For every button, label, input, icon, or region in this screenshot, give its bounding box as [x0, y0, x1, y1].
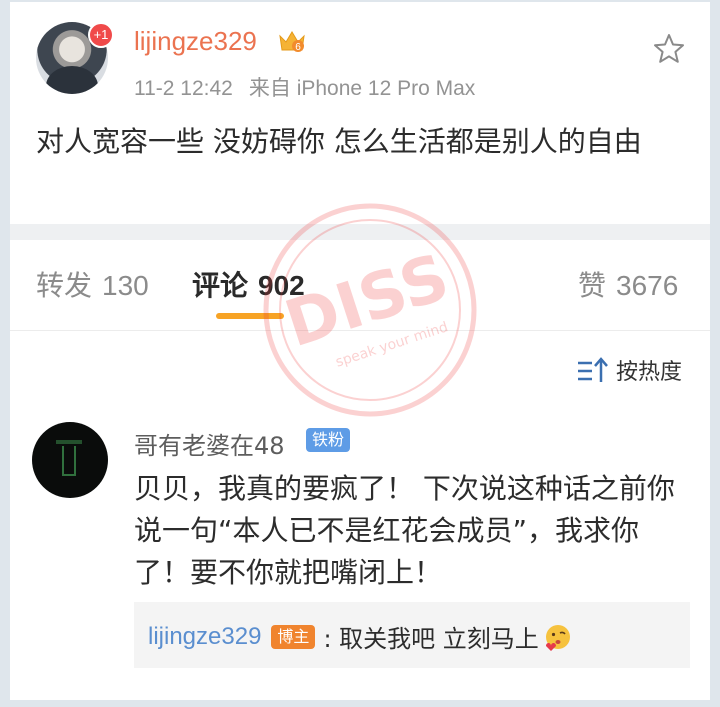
- tab-likes[interactable]: 赞 3676: [578, 264, 678, 304]
- tabs-divider: [10, 330, 710, 331]
- tab-label: 赞: [578, 270, 607, 301]
- active-tab-indicator: [216, 313, 284, 319]
- comment-body: 贝贝，我真的要疯了！ 下次说这种话之前你说一句“本人已不是红花会成员”，我求你了…: [134, 472, 675, 589]
- host-badge: 博主: [271, 624, 316, 649]
- section-divider: [10, 224, 710, 240]
- sort-arrow-icon: [578, 357, 608, 382]
- fan-badge: 铁粉: [306, 428, 351, 452]
- tab-comments[interactable]: 评论 902: [192, 264, 305, 304]
- tab-count: 902: [258, 270, 305, 301]
- avatar-detail: [56, 440, 82, 444]
- avatar-figure: [46, 66, 98, 94]
- post-meta: 11-2 12:42 来自 iPhone 12 Pro Max: [134, 72, 475, 102]
- watermark-slogan: speak your mind: [334, 319, 450, 370]
- commenter-username[interactable]: 哥有老婆在48: [134, 426, 285, 461]
- tab-reposts[interactable]: 转发 130: [36, 264, 149, 304]
- author-username[interactable]: lijingze329: [134, 26, 257, 57]
- reply-username[interactable]: lijingze329: [148, 623, 261, 651]
- tab-count: 130: [102, 270, 149, 301]
- vip-crown-icon: 6: [279, 31, 305, 53]
- avatar-detail: [62, 446, 76, 476]
- level-badge: 6: [295, 42, 301, 53]
- reply-text: : 取关我吧 立刻马上: [323, 625, 539, 653]
- post-body: 对人宽容一些 没妨碍你 怎么生活都是别人的自由: [36, 125, 642, 158]
- reply-line: lijingze329 博主 : 取关我吧 立刻马上: [148, 619, 573, 654]
- author-reply[interactable]: lijingze329 博主 : 取关我吧 立刻马上: [134, 602, 690, 668]
- notification-badge: +1: [88, 22, 114, 48]
- post-source: 来自 iPhone 12 Pro Max: [248, 77, 476, 100]
- tab-label: 转发: [36, 270, 93, 301]
- kiss-emoji-icon: [545, 624, 570, 651]
- sort-by-hot-button[interactable]: 按热度: [576, 354, 682, 386]
- tab-label: 评论: [192, 270, 249, 301]
- commenter-avatar[interactable]: [32, 422, 108, 498]
- star-outline-icon[interactable]: [652, 32, 686, 66]
- weibo-post-card: +1 lijingze329 6 11-2 12:42 来自 iPhone 12 …: [10, 2, 710, 700]
- post-time: 11-2 12:42: [134, 77, 233, 100]
- sort-label: 按热度: [616, 360, 683, 385]
- tab-count: 3676: [616, 270, 679, 301]
